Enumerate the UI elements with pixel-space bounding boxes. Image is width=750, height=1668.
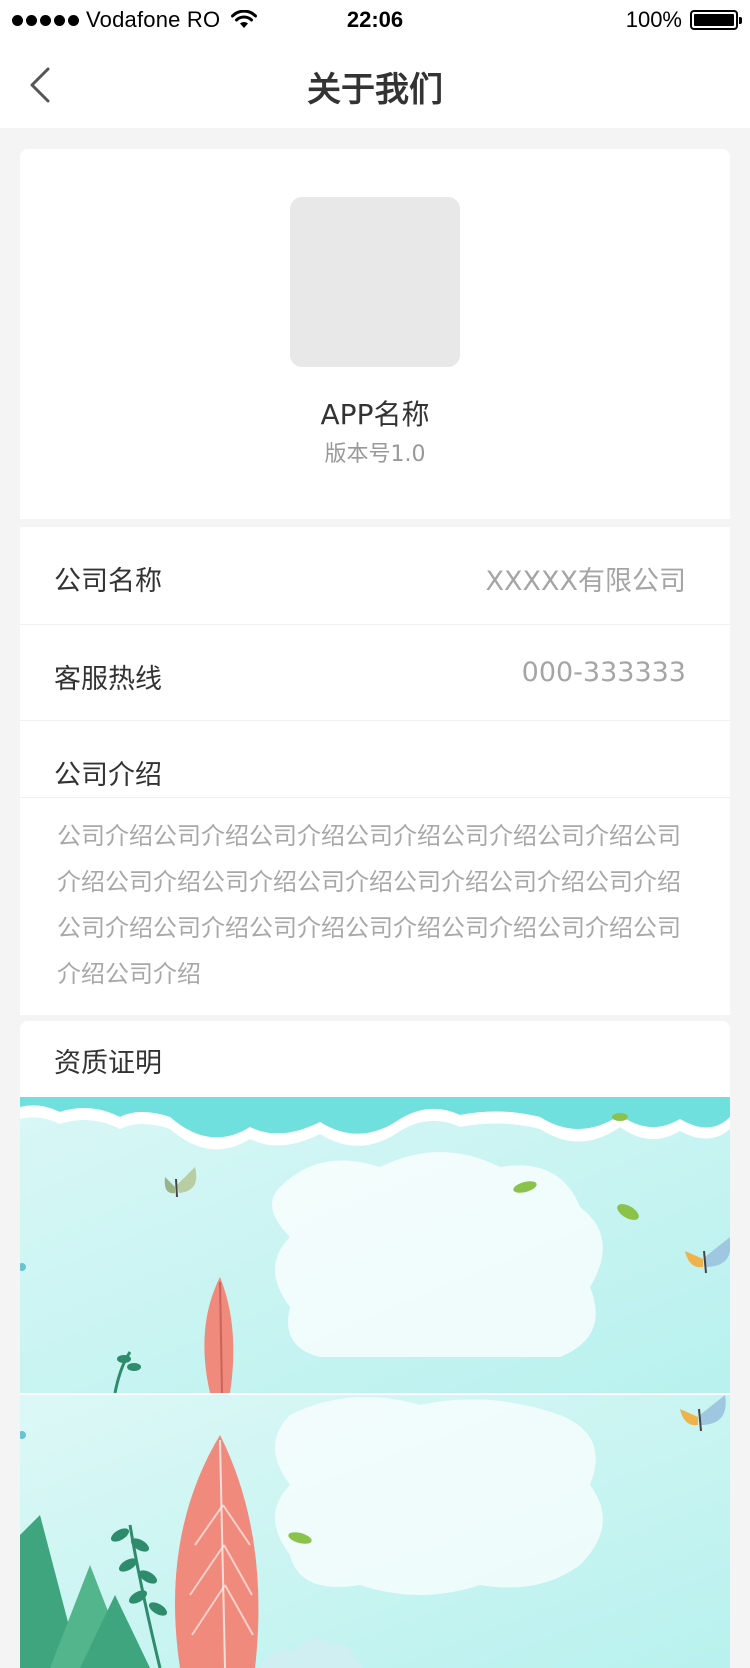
- app-version: 版本号1.0: [324, 442, 426, 467]
- qualification-image-2[interactable]: [20, 1395, 730, 1668]
- info-card: 公司名称 XXXXX有限公司 客服热线 000-333333 公司介绍 公司介绍…: [20, 527, 730, 1015]
- hotline-value[interactable]: 000-333333: [522, 657, 686, 688]
- company-name-value: XXXXX有限公司: [485, 566, 686, 597]
- status-right: 100%: [625, 7, 742, 33]
- company-intro-text: 公司介绍公司介绍公司介绍公司介绍公司介绍公司介绍公司介绍公司介绍公司介绍公司介绍…: [57, 822, 681, 988]
- qualification-card: 资质证明: [20, 1021, 730, 1668]
- status-bar: Vodafone RO 22:06 100%: [0, 0, 750, 40]
- qualification-image-1[interactable]: [20, 1097, 730, 1393]
- company-name-row[interactable]: 公司名称 XXXXX有限公司: [20, 527, 730, 625]
- hotline-row[interactable]: 客服热线 000-333333: [20, 625, 730, 721]
- company-name-label: 公司名称: [54, 566, 162, 597]
- app-icon-placeholder: [290, 197, 460, 367]
- nav-bar: 关于我们: [0, 40, 750, 128]
- qualification-title: 资质证明: [54, 1048, 162, 1079]
- battery-percent: 100%: [625, 7, 682, 32]
- company-intro-header: 公司介绍: [20, 721, 730, 798]
- app-name: APP名称: [320, 398, 430, 431]
- page-title: 关于我们: [307, 70, 443, 110]
- app-card: APP名称 版本号1.0: [20, 149, 730, 519]
- company-intro-label: 公司介绍: [54, 760, 162, 791]
- hotline-label: 客服热线: [54, 664, 162, 695]
- battery-icon: [690, 10, 742, 30]
